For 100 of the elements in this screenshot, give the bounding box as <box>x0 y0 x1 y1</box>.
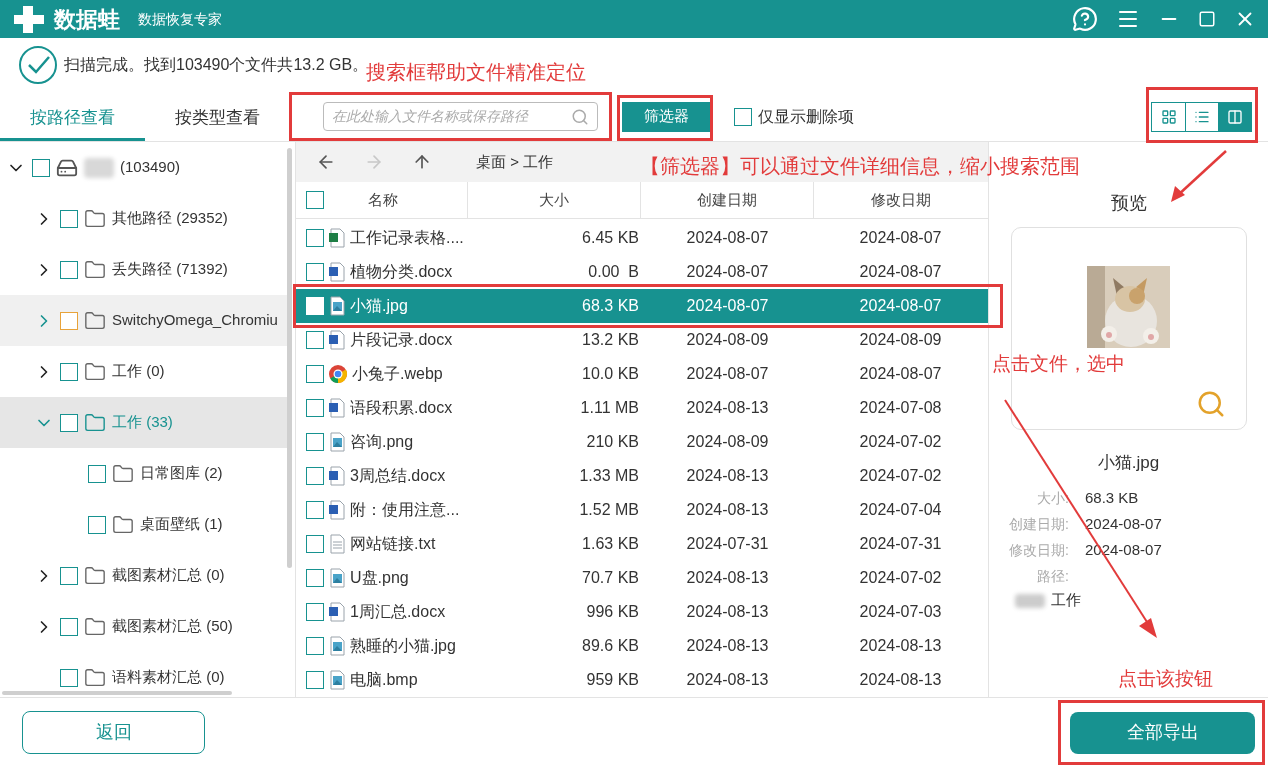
file-row[interactable]: 语段积累.docx 1.11 MB 2024-08-13 2024-07-08 <box>296 391 988 425</box>
file-row[interactable]: U盘.png 70.7 KB 2024-08-13 2024-07-02 <box>296 561 988 595</box>
detail-value: 2024-08-07 <box>1085 514 1162 535</box>
tree-label: (103490) <box>120 157 181 178</box>
app-subtitle: 数据恢复专家 <box>138 9 222 29</box>
folder-icon <box>84 564 106 587</box>
tree-item[interactable]: 截图素材汇总 (0) <box>0 550 288 601</box>
check-circle-icon <box>18 45 58 85</box>
checkbox[interactable] <box>306 467 324 485</box>
file-name: 片段记录.docx <box>350 330 453 350</box>
tree-label: 截图素材汇总 (50) <box>112 616 233 637</box>
column-header[interactable]: 名称 <box>368 188 398 212</box>
checkbox[interactable] <box>306 603 324 621</box>
back-button[interactable]: 返回 <box>22 711 205 754</box>
tree-item[interactable]: 桌面壁纸 (1) <box>0 499 288 550</box>
checkbox[interactable] <box>306 331 324 349</box>
view-tab[interactable]: 按路径查看 <box>0 92 145 141</box>
file-size: 1.33 MB <box>579 466 639 486</box>
modified-date: 2024-07-08 <box>859 398 942 418</box>
export-button[interactable]: 全部导出 <box>1070 711 1255 754</box>
modified-date: 2024-08-07 <box>859 262 942 282</box>
checkbox[interactable] <box>60 260 78 279</box>
scrollbar[interactable] <box>2 691 232 695</box>
file-row[interactable]: 1周汇总.docx 996 KB 2024-08-13 2024-07-03 <box>296 595 988 629</box>
column-header[interactable]: 大小 <box>539 188 569 212</box>
checkbox[interactable] <box>306 501 324 519</box>
file-row[interactable]: 熟睡的小猫.jpg 89.6 KB 2024-08-13 2024-08-13 <box>296 629 988 663</box>
checkbox[interactable] <box>306 263 324 281</box>
spreadsheet-file-icon <box>328 228 346 248</box>
checkbox[interactable] <box>306 229 324 247</box>
tree-item[interactable]: 丢失路径 (71392) <box>0 244 288 295</box>
checkbox[interactable] <box>32 158 50 177</box>
folder-icon <box>84 207 106 230</box>
file-size: 68.3 KB <box>582 296 639 316</box>
tree-label: 工作 (0) <box>112 361 165 382</box>
file-name: 咨询.png <box>350 432 414 452</box>
file-row[interactable]: 电脑.bmp 959 KB 2024-08-13 2024-08-13 <box>296 663 988 697</box>
file-row[interactable]: 小兔子.webp 10.0 KB 2024-08-07 2024-08-07 <box>296 357 988 391</box>
checkbox[interactable] <box>306 535 324 553</box>
tree-item[interactable]: 工作 (0) <box>0 346 288 397</box>
checkbox[interactable] <box>306 399 324 417</box>
detail-label: 修改日期: <box>1008 541 1070 560</box>
columns-view-icon <box>1227 108 1243 125</box>
tree-item[interactable]: (103490) <box>0 142 288 193</box>
checkbox[interactable] <box>306 365 324 383</box>
tree-item[interactable]: 日常图库 (2) <box>0 448 288 499</box>
folder-icon <box>112 513 134 536</box>
detail-label: 创建日期: <box>1008 515 1070 534</box>
annotation-text: 【筛选器】可以通过文件详细信息，缩小搜索范围 <box>640 154 1080 179</box>
column-header[interactable]: 修改日期 <box>870 188 931 212</box>
tree-item[interactable]: 截图素材汇总 (50) <box>0 601 288 652</box>
checkbox[interactable] <box>306 637 324 655</box>
checkbox[interactable] <box>734 107 752 126</box>
annotation-text: 点击文件，选中 <box>992 352 1125 376</box>
file-row[interactable]: 3周总结.docx 1.33 MB 2024-08-13 2024-07-02 <box>296 459 988 493</box>
folder-icon <box>84 258 106 281</box>
search-field[interactable]: 在此处输入文件名称或保存路径 <box>323 102 598 131</box>
file-row[interactable]: 植物分类.docx 0.00 B 2024-08-07 2024-08-07 <box>296 255 988 289</box>
created-date: 2024-08-13 <box>686 602 769 622</box>
scrollbar[interactable] <box>287 148 292 568</box>
folder-icon <box>84 411 106 434</box>
checkbox[interactable] <box>306 569 324 587</box>
checkbox[interactable] <box>60 362 78 381</box>
blurred-path <box>1015 593 1045 608</box>
view-tab[interactable]: 按类型查看 <box>145 92 290 141</box>
tree-label: 日常图库 (2) <box>140 463 223 484</box>
checkbox[interactable] <box>306 671 324 689</box>
modified-date: 2024-07-31 <box>859 534 942 554</box>
file-row[interactable]: 附：使用注意... 1.52 MB 2024-08-13 2024-07-04 <box>296 493 988 527</box>
file-size: 6.45 KB <box>582 228 639 248</box>
file-row[interactable]: 咨询.png 210 KB 2024-08-09 2024-07-02 <box>296 425 988 459</box>
checkbox[interactable] <box>60 311 78 330</box>
checkbox[interactable] <box>60 566 78 585</box>
filter-button[interactable]: 筛选器 <box>622 101 710 132</box>
checkbox[interactable] <box>88 464 106 483</box>
checkbox[interactable] <box>306 433 324 451</box>
tree-item[interactable]: SwitchyOmega_Chromiu <box>0 295 288 346</box>
checkbox[interactable] <box>60 413 78 432</box>
layout-toggle[interactable] <box>1218 102 1251 131</box>
help-icon[interactable] <box>1072 6 1098 32</box>
tree-label: 丢失路径 (71392) <box>112 259 228 280</box>
tree-item[interactable]: 语料素材汇总 (0) <box>0 652 288 697</box>
checkbox[interactable] <box>60 668 78 687</box>
created-date: 2024-08-09 <box>686 432 769 452</box>
file-row[interactable]: 网站链接.txt 1.63 KB 2024-07-31 2024-07-31 <box>296 527 988 561</box>
breadcrumb[interactable]: 桌面 > 工作 <box>476 150 554 174</box>
checkbox[interactable] <box>88 515 106 534</box>
file-name: 网站链接.txt <box>350 534 436 554</box>
tree-item[interactable]: 其他路径 (29352) <box>0 193 288 244</box>
file-row[interactable]: 片段记录.docx 13.2 KB 2024-08-09 2024-08-09 <box>296 323 988 357</box>
maximize-icon[interactable] <box>1198 10 1216 28</box>
file-row[interactable]: 工作记录表格.... 6.45 KB 2024-08-07 2024-08-07 <box>296 221 988 255</box>
checkbox[interactable] <box>306 191 324 209</box>
column-header[interactable]: 创建日期 <box>697 188 757 212</box>
checkbox[interactable] <box>60 617 78 636</box>
search-icon[interactable] <box>571 107 589 126</box>
checkbox[interactable] <box>60 209 78 228</box>
modified-date: 2024-08-09 <box>859 330 942 350</box>
image-file-icon <box>328 568 346 588</box>
file-row[interactable]: 小猫.jpg 68.3 KB 2024-08-07 2024-08-07 <box>296 289 988 323</box>
